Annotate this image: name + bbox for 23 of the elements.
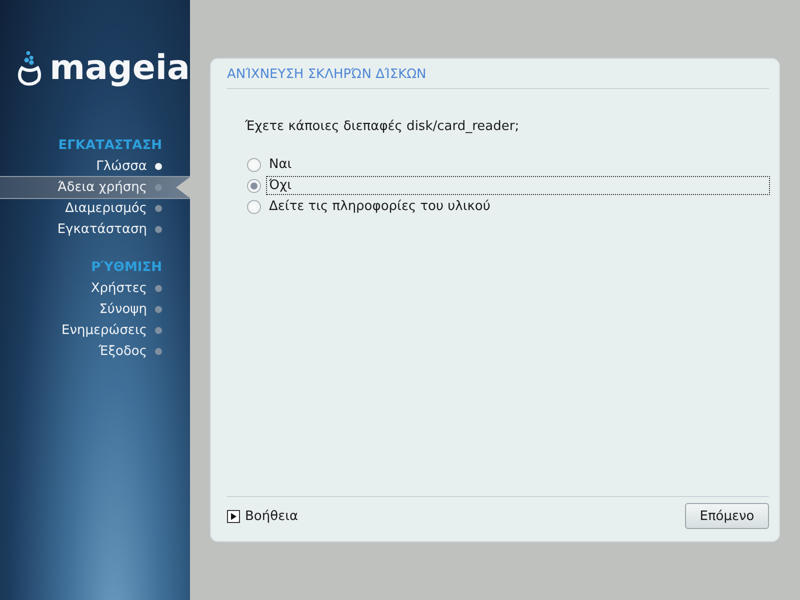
logo-text: mageia <box>50 48 190 88</box>
step-item: Διαμερισμός <box>0 197 190 220</box>
help-toggle[interactable]: Βοήθεια <box>227 508 298 524</box>
radio-label[interactable]: Δείτε τις πληροφορίες του υλικού <box>267 198 492 215</box>
step-item: Ενημερώσεις <box>0 319 190 342</box>
section-title: ΕΓΚΑΤΑΣΤΑΣΗ <box>57 137 163 155</box>
panel-title: ΑΝΊΧΝΕΥΣΗ ΣΚΛΗΡΏΝ ΔΊΣΚΩΝ <box>227 67 769 89</box>
radio-label[interactable]: Όχι <box>267 177 769 194</box>
section-title: ΡΎΘΜΙΣΗ <box>90 259 163 277</box>
step-item: Γλώσσα <box>0 155 190 178</box>
step-item: Έξοδος <box>0 340 190 363</box>
step-item: Χρήστες <box>0 277 190 300</box>
radio-button[interactable] <box>247 178 261 192</box>
next-button[interactable]: Επόμενο <box>685 503 769 529</box>
radio-button[interactable] <box>247 200 261 214</box>
step-item: Άδεια χρήσης <box>0 176 190 199</box>
question-text: Έχετε κάποιες διεπαφές disk/card_reader; <box>245 119 520 134</box>
pointer-icon <box>176 177 190 198</box>
radio-label[interactable]: Ναι <box>267 156 294 173</box>
step-item: Εγκατάσταση <box>0 218 190 241</box>
step-item: Σύνοψη <box>0 298 190 321</box>
expand-icon <box>227 510 240 522</box>
radio-button[interactable] <box>247 158 261 172</box>
